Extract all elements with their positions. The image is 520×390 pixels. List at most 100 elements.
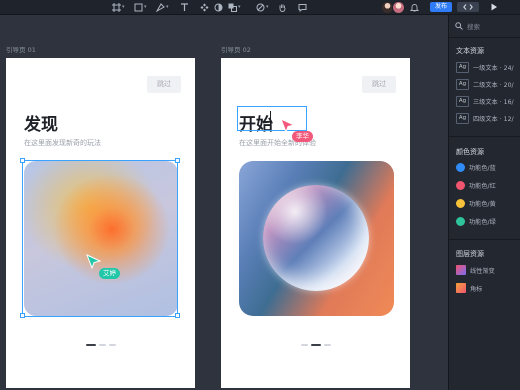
layer-thumbnail	[456, 283, 466, 293]
component-icon	[200, 3, 209, 11]
text-style-label: 一级文本 · 24/	[473, 65, 514, 72]
selection-box[interactable]	[22, 160, 178, 317]
text-style-icon: Ag	[456, 96, 469, 107]
page-indicator	[6, 344, 195, 346]
mask-icon	[214, 3, 223, 11]
chevron-down-icon: ▾	[144, 4, 147, 10]
search-icon	[455, 22, 463, 30]
text-icon	[181, 2, 188, 11]
page-indicator	[221, 344, 410, 346]
bell-icon	[410, 3, 419, 11]
color-style-item[interactable]: 功能色/黄	[456, 199, 496, 208]
page-title[interactable]: 发现	[24, 110, 58, 135]
color-swatch	[456, 217, 465, 226]
color-style-item[interactable]: 功能色/红	[456, 181, 496, 190]
code-button[interactable]	[457, 2, 479, 12]
text-style-item[interactable]: Ag 一级文本 · 24/	[456, 62, 514, 73]
boolean-icon	[228, 3, 237, 12]
text-style-label: 二级文本 · 20/	[473, 82, 514, 89]
code-icon	[463, 4, 473, 10]
prototype-icon	[256, 3, 265, 11]
pen-tool[interactable]: ▾	[156, 1, 169, 13]
divider	[449, 136, 520, 137]
text-caret	[270, 111, 271, 127]
text-style-icon: Ag	[456, 113, 469, 124]
hand-tool[interactable]	[278, 1, 287, 13]
text-style-icon: Ag	[456, 79, 469, 90]
chevron-down-icon: ▾	[266, 4, 269, 10]
comment-tool[interactable]	[298, 1, 307, 13]
color-style-item[interactable]: 功能色/蓝	[456, 163, 496, 172]
comment-icon	[298, 3, 307, 12]
play-icon	[491, 3, 497, 11]
search-placeholder: 搜索	[467, 23, 480, 31]
frame-tool[interactable]: ▾	[112, 1, 125, 13]
rectangle-icon	[134, 3, 143, 11]
indicator-dot	[323, 344, 331, 346]
assets-panel: 搜索 文本资源 Ag 一级文本 · 24/ Ag 二级文本 · 20/ Ag 三级文本…	[448, 15, 520, 390]
color-style-item[interactable]: 功能色/绿	[456, 217, 496, 226]
skip-button[interactable]: 跳过	[362, 76, 396, 93]
layer-style-item[interactable]: 角标	[456, 283, 482, 293]
text-tool[interactable]	[180, 1, 189, 13]
resize-handle[interactable]	[20, 313, 25, 318]
text-style-item[interactable]: Ag 四级文本 · 12/	[456, 113, 514, 124]
text-style-item[interactable]: Ag 二级文本 · 20/	[456, 79, 514, 90]
search-input[interactable]: 搜索	[455, 21, 480, 31]
hand-icon	[279, 4, 286, 12]
resize-handle[interactable]	[20, 158, 25, 163]
chevron-down-icon: ▾	[122, 4, 125, 10]
prototype-tool[interactable]: ▾	[256, 1, 269, 13]
color-style-label: 功能色/红	[469, 183, 496, 190]
collaborator-cursor-icon	[86, 254, 102, 270]
frame-label[interactable]: 引导页 01	[6, 44, 36, 54]
publish-button[interactable]: 发布	[430, 2, 452, 12]
component-tool[interactable]	[200, 1, 209, 13]
frame-label[interactable]: 引导页 02	[221, 44, 251, 54]
rectangle-tool[interactable]: ▾	[134, 1, 147, 13]
collaborator-tag: 李华	[292, 131, 313, 142]
color-swatch	[456, 199, 465, 208]
resize-handle[interactable]	[175, 158, 180, 163]
frame-icon	[112, 2, 121, 12]
indicator-dot	[310, 344, 321, 346]
color-swatch	[456, 181, 465, 190]
section-title-color: 颜色资源	[456, 148, 484, 156]
indicator-dot	[85, 344, 96, 346]
color-style-label: 功能色/绿	[469, 219, 496, 226]
layer-style-label: 线性渐变	[470, 267, 495, 275]
indicator-dot	[98, 344, 106, 346]
indicator-dot	[108, 344, 116, 346]
gradient-illustration[interactable]	[239, 161, 394, 316]
chevron-down-icon: ▾	[166, 4, 169, 10]
layer-style-label: 角标	[470, 285, 483, 293]
page-subtitle[interactable]: 在这里面发现新奇的玩法	[24, 138, 101, 148]
collaborator-tag: 艾婷	[99, 268, 120, 279]
pen-icon	[156, 2, 165, 12]
chevron-down-icon: ▾	[238, 4, 241, 10]
top-toolbar: ▾ ▾ ▾ ▾ ▾ 发布	[0, 0, 520, 15]
text-style-icon: Ag	[456, 62, 469, 73]
section-title-text: 文本资源	[456, 47, 484, 55]
divider	[449, 37, 520, 38]
resize-handle[interactable]	[175, 313, 180, 318]
text-edit-box[interactable]	[237, 106, 307, 131]
color-swatch	[456, 163, 465, 172]
notification-button[interactable]	[410, 1, 419, 13]
color-style-label: 功能色/黄	[469, 201, 496, 208]
avatar[interactable]	[392, 1, 405, 14]
layer-style-item[interactable]: 线性渐变	[456, 265, 495, 275]
divider	[449, 239, 520, 240]
text-style-label: 三级文本 · 16/	[473, 99, 514, 106]
skip-button[interactable]: 跳过	[147, 76, 181, 93]
layer-thumbnail	[456, 265, 466, 275]
boolean-tool[interactable]: ▾	[228, 1, 241, 13]
section-title-layer: 图层资源	[456, 250, 484, 258]
sphere-graphic	[263, 185, 369, 291]
mask-tool[interactable]	[214, 1, 223, 13]
color-style-label: 功能色/蓝	[469, 165, 496, 172]
text-style-item[interactable]: Ag 三级文本 · 16/	[456, 96, 514, 107]
text-style-label: 四级文本 · 12/	[473, 116, 514, 123]
indicator-dot	[300, 344, 308, 346]
present-button[interactable]	[490, 1, 498, 13]
